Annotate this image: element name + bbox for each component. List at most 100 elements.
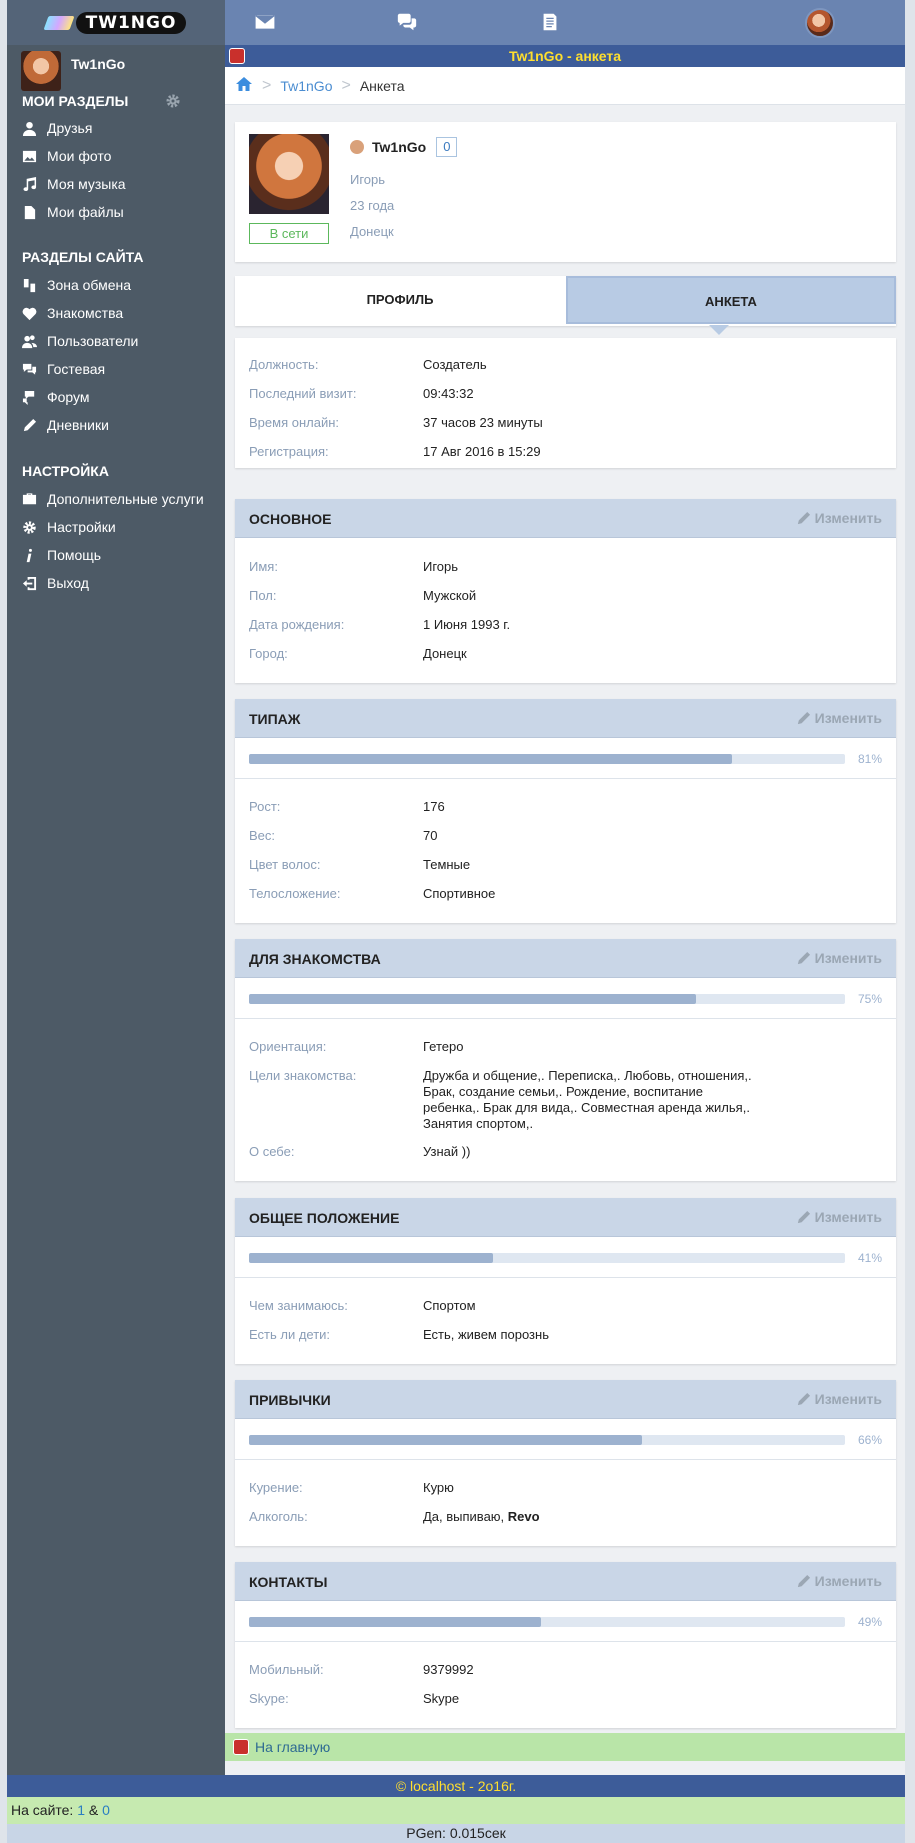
sidebar-user[interactable]: Tw1nGo (21, 51, 125, 91)
document-icon[interactable] (537, 10, 563, 34)
profile-real-name: Игорь (350, 172, 386, 187)
row-key: Имя: (249, 559, 278, 574)
row-key: Цели знакомства: (249, 1068, 357, 1083)
row-key: Рост: (249, 799, 281, 814)
info-key: Последний визит: (249, 386, 357, 401)
info-value: Создатель (423, 357, 487, 372)
gear-icon[interactable] (165, 93, 181, 109)
edit-button[interactable]: Изменить (796, 710, 882, 726)
edit-button[interactable]: Изменить (796, 950, 882, 966)
logout-icon (21, 575, 37, 591)
home-link[interactable]: На главную (255, 1739, 330, 1755)
section-title: ДЛЯ ЗНАКОМСТВА (249, 951, 381, 967)
chat-icon (21, 361, 37, 377)
row-value: Есть, живем порознь (423, 1327, 549, 1342)
rating-count[interactable]: 0 (436, 137, 458, 157)
section-row: Вес: 70 (249, 828, 763, 844)
row-value: 9379992 (423, 1662, 474, 1677)
sidebar-item-forum[interactable]: Форум (21, 387, 90, 407)
sidebar-item-logout[interactable]: Выход (21, 573, 89, 593)
sidebar-item-users[interactable]: Пользователи (21, 331, 138, 351)
sidebar-username[interactable]: Tw1nGo (71, 56, 125, 72)
sidebar-item-music[interactable]: Моя музыка (21, 174, 126, 194)
section-row: Телосложение: Спортивное (249, 886, 763, 902)
sidebar-item-help[interactable]: Помощь (21, 545, 101, 565)
section-general: ОБЩЕЕ ПОЛОЖЕНИЕ Изменить 41% Чем занимаю… (235, 1198, 896, 1364)
edit-button[interactable]: Изменить (796, 510, 882, 526)
row-key: Мобильный: (249, 1662, 324, 1677)
edit-label: Изменить (814, 1573, 882, 1589)
section-row: Ориентация: Гетеро (249, 1039, 763, 1055)
sidebar-item-label: Пользователи (47, 333, 139, 349)
sidebar-item-photos[interactable]: Мои фото (21, 146, 111, 166)
section-row: Алкоголь: Да, выпиваю, Revo (249, 1509, 763, 1525)
copyright: © localhost - 2o16г. (7, 1775, 905, 1797)
breadcrumb-current: Анкета (359, 77, 405, 94)
avatar[interactable] (21, 51, 61, 91)
sidebar-item-dating[interactable]: Знакомства (21, 303, 123, 323)
section-title: КОНТАКТЫ (249, 1574, 328, 1590)
info-card: Должность: Создатель Последний визит: 09:4… (235, 338, 896, 468)
row-value: Да, выпиваю, Revo (423, 1509, 763, 1525)
edit-button[interactable]: Изменить (796, 1209, 882, 1225)
section-row: Цвет волос: Темные (249, 857, 763, 873)
breadcrumb-separator-icon: > (341, 76, 351, 94)
info-key: Регистрация: (249, 444, 329, 459)
online-users-count[interactable]: 1 (77, 1802, 85, 1818)
online-guests-count[interactable]: 0 (102, 1802, 110, 1818)
row-key: Skype: (249, 1691, 289, 1706)
sidebar-item-label: Помощь (47, 547, 102, 563)
mail-icon[interactable] (252, 10, 278, 34)
home-link-bar[interactable]: На главную (225, 1733, 905, 1761)
sidebar-item-diaries[interactable]: Дневники (21, 415, 109, 435)
sidebar-item-guestbook[interactable]: Гостевая (21, 359, 105, 379)
sidebar-item-label: Зона обмена (47, 277, 132, 293)
edit-button[interactable]: Изменить (796, 1391, 882, 1407)
sidebar-item-exchange[interactable]: Зона обмена (21, 275, 131, 295)
top-avatar[interactable] (805, 8, 835, 38)
profile-avatar[interactable] (249, 134, 329, 214)
pencil-icon (797, 1392, 810, 1405)
home-icon[interactable] (229, 48, 245, 64)
progress-bar (249, 994, 845, 1004)
my-sections-heading: МОИ РАЗДЕЛЫ (22, 93, 129, 109)
tab-profile[interactable]: ПРОФИЛЬ (235, 276, 565, 324)
online-status-badge: В сети (249, 223, 329, 244)
tab-questionnaire[interactable]: АНКЕТА (566, 276, 896, 324)
progress-fill (249, 1435, 643, 1445)
section-row: Пол: Мужской (249, 588, 763, 604)
breadcrumb: > Tw1nGo > Анкета (225, 67, 905, 105)
sidebar-item-settings[interactable]: Настройки (21, 517, 116, 537)
section-row: Цели знакомства: Дружба и общение,. Переп… (249, 1068, 763, 1132)
page-generation-time: PGen: 0.015сек (7, 1824, 905, 1843)
pencil-icon (797, 711, 810, 724)
section-type: ТИПАЖ Изменить 81% Рост: 176 Вес: 70 Цвет … (235, 699, 896, 923)
info-icon (21, 547, 37, 563)
pen-icon (21, 417, 37, 433)
chat-icon[interactable] (394, 10, 420, 34)
breadcrumb-link-user[interactable]: Tw1nGo (280, 78, 332, 94)
breadcrumb-separator-icon: > (262, 76, 272, 94)
row-key: Город: (249, 646, 288, 661)
forum-icon (21, 389, 37, 405)
row-value: 1 Июня 1993 г. (423, 617, 511, 632)
logo-text: TW1NGO (75, 11, 187, 34)
home-icon[interactable] (235, 76, 253, 95)
sidebar-item-label: Знакомства (47, 305, 124, 321)
edit-label: Изменить (814, 1209, 882, 1225)
info-row: Время онлайн: 37 часов 23 минуты (249, 415, 763, 431)
sidebar-item-files[interactable]: Мои файлы (21, 202, 124, 222)
progress-fill (249, 1617, 542, 1627)
progress-percent: 49% (857, 1615, 882, 1629)
page: TW1NGO Tw1nGo МОИ РАЗДЕЛЫ Друзья Мои фот… (0, 0, 915, 1843)
row-key: Вес: (249, 828, 276, 843)
sidebar-item-friends[interactable]: Друзья (21, 118, 92, 138)
sidebar-item-extra-services[interactable]: Дополнительные услуги (21, 489, 204, 509)
logo[interactable]: TW1NGO (7, 0, 225, 45)
edit-label: Изменить (814, 950, 882, 966)
progress-percent: 81% (857, 752, 882, 766)
sidebar-item-label: Мои файлы (47, 204, 124, 220)
edit-button[interactable]: Изменить (796, 1573, 882, 1589)
info-value: 09:43:32 (423, 386, 474, 401)
divider (235, 1277, 896, 1278)
